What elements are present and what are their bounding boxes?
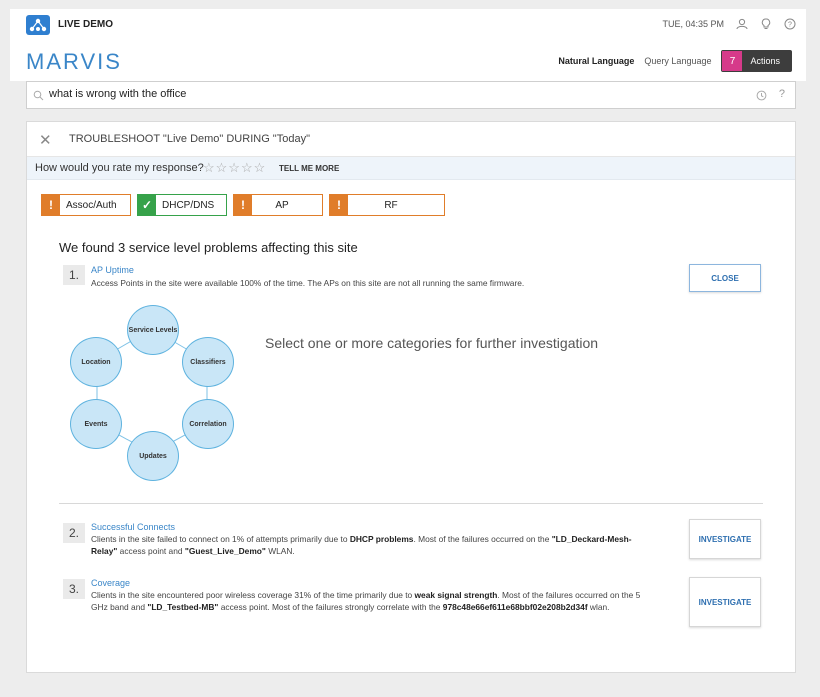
problem-title-coverage[interactable]: Coverage <box>91 578 130 588</box>
brand-title: MARVIS <box>26 49 122 74</box>
search-input[interactable] <box>49 86 729 102</box>
rating-question: How would you rate my response? <box>35 162 204 174</box>
investigate-button[interactable]: INVESTIGATE <box>689 519 761 559</box>
problem-description: Access Points in the site were available… <box>91 278 525 288</box>
wheel-node-classifiers[interactable]: Classifiers <box>182 337 234 387</box>
network-logo-icon[interactable] <box>26 15 50 35</box>
checkmark-icon: ✓ <box>138 195 156 215</box>
search-bar: ? <box>26 81 796 109</box>
query-language-toggle[interactable]: Query Language <box>644 56 711 66</box>
warning-icon: ! <box>42 195 60 215</box>
category-label: AP <box>275 199 289 211</box>
rating-bar: How would you rate my response? ☆☆☆☆☆ TE… <box>27 157 795 180</box>
close-button[interactable]: CLOSE <box>689 264 761 292</box>
warning-icon: ! <box>330 195 348 215</box>
search-help-icon[interactable]: ? <box>779 88 785 100</box>
summary-heading: We found 3 service level problems affect… <box>59 240 358 255</box>
svg-text:?: ? <box>788 22 792 29</box>
wheel-node-location[interactable]: Location <box>70 337 122 387</box>
problem-number: 3. <box>63 579 85 599</box>
investigation-wheel: Service Levels Classifiers Correlation U… <box>47 299 257 481</box>
problem-number: 2. <box>63 523 85 543</box>
site-name[interactable]: LIVE DEMO <box>58 19 113 30</box>
wheel-node-correlation[interactable]: Correlation <box>182 399 234 449</box>
problem-description: Clients in the site failed to connect on… <box>91 534 632 556</box>
star-rating[interactable]: ☆☆☆☆☆ <box>203 160 266 176</box>
category-rf[interactable]: ! RF <box>329 194 445 216</box>
actions-label: Actions <box>750 56 780 66</box>
wheel-node-service-levels[interactable]: Service Levels <box>127 305 179 355</box>
actions-count-badge: 7 <box>722 51 743 71</box>
panel-title: TROUBLESHOOT "Live Demo" DURING "Today" <box>69 133 310 145</box>
help-icon[interactable]: ? <box>784 18 796 30</box>
panel-header: ✕ TROUBLESHOOT "Live Demo" DURING "Today… <box>27 122 795 157</box>
warning-icon: ! <box>234 195 252 215</box>
category-ap[interactable]: ! AP <box>233 194 323 216</box>
wheel-node-events[interactable]: Events <box>70 399 122 449</box>
category-label: RF <box>384 199 398 211</box>
history-clock-icon[interactable] <box>756 88 767 106</box>
category-label: Assoc/Auth <box>66 199 117 211</box>
investigation-prompt: Select one or more categories for furthe… <box>265 335 599 351</box>
close-icon[interactable]: ✕ <box>39 131 52 149</box>
top-bar: LIVE DEMO TUE, 04:35 PM ? <box>10 9 806 42</box>
actions-button[interactable]: 7 Actions <box>721 50 792 72</box>
category-label: DHCP/DNS <box>162 199 215 211</box>
category-filters: ! Assoc/Auth ✓ DHCP/DNS ! AP ! RF <box>41 194 445 216</box>
troubleshoot-panel: ✕ TROUBLESHOOT "Live Demo" DURING "Today… <box>26 121 796 673</box>
problem-description: Clients in the site encountered poor wir… <box>91 590 641 612</box>
search-icon <box>33 88 44 106</box>
user-icon[interactable] <box>736 18 748 30</box>
problem-number: 1. <box>63 265 85 285</box>
problem-title-ap-uptime[interactable]: AP Uptime <box>91 265 134 275</box>
lightbulb-icon[interactable] <box>760 18 772 30</box>
category-dhcp-dns[interactable]: ✓ DHCP/DNS <box>137 194 227 216</box>
category-assoc-auth[interactable]: ! Assoc/Auth <box>41 194 131 216</box>
datetime-label: TUE, 04:35 PM <box>662 19 724 29</box>
problem-title-successful-connects[interactable]: Successful Connects <box>91 522 175 532</box>
wheel-node-updates[interactable]: Updates <box>127 431 179 481</box>
natural-language-toggle[interactable]: Natural Language <box>558 56 634 66</box>
marvis-header: MARVIS Natural Language Query Language 7… <box>10 41 806 81</box>
tell-me-more-link[interactable]: TELL ME MORE <box>279 164 339 173</box>
divider <box>59 503 763 504</box>
investigate-button[interactable]: INVESTIGATE <box>689 577 761 627</box>
